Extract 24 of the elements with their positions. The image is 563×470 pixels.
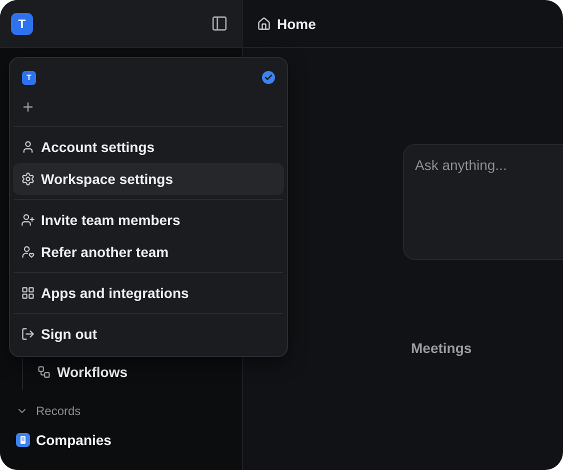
- menu-item[interactable]: Account settings: [13, 131, 284, 163]
- workspace-avatar[interactable]: T: [11, 12, 33, 34]
- menu-item[interactable]: Refer another team: [13, 236, 284, 268]
- person-add-icon: [21, 213, 35, 227]
- workflow-icon: [37, 365, 51, 379]
- section-title: Meetings: [411, 340, 473, 356]
- sign-out-icon: [21, 327, 35, 341]
- page-title: Home: [243, 0, 563, 48]
- sidebar-toggle-icon[interactable]: [211, 15, 228, 32]
- menu-item[interactable]: Workspace settings: [13, 163, 284, 195]
- nav-item[interactable]: Workflows: [22, 358, 242, 390]
- menu-item[interactable]: Invite team members: [13, 204, 284, 236]
- menu-item[interactable]: Sign out: [13, 318, 284, 350]
- section-title: Records: [36, 404, 81, 418]
- settings-icon: [21, 172, 35, 186]
- person-icon: [21, 140, 35, 154]
- ask-field[interactable]: Ask anything...: [403, 144, 563, 260]
- menu-item[interactable]: Apps and integrations: [13, 277, 284, 309]
- home-icon: [257, 16, 271, 30]
- grid-icon: [21, 286, 35, 300]
- add-icon[interactable]: [21, 100, 35, 114]
- building-icon: [16, 433, 30, 447]
- person-heart-icon: [21, 245, 35, 259]
- nav-item[interactable]: Companies: [16, 426, 242, 454]
